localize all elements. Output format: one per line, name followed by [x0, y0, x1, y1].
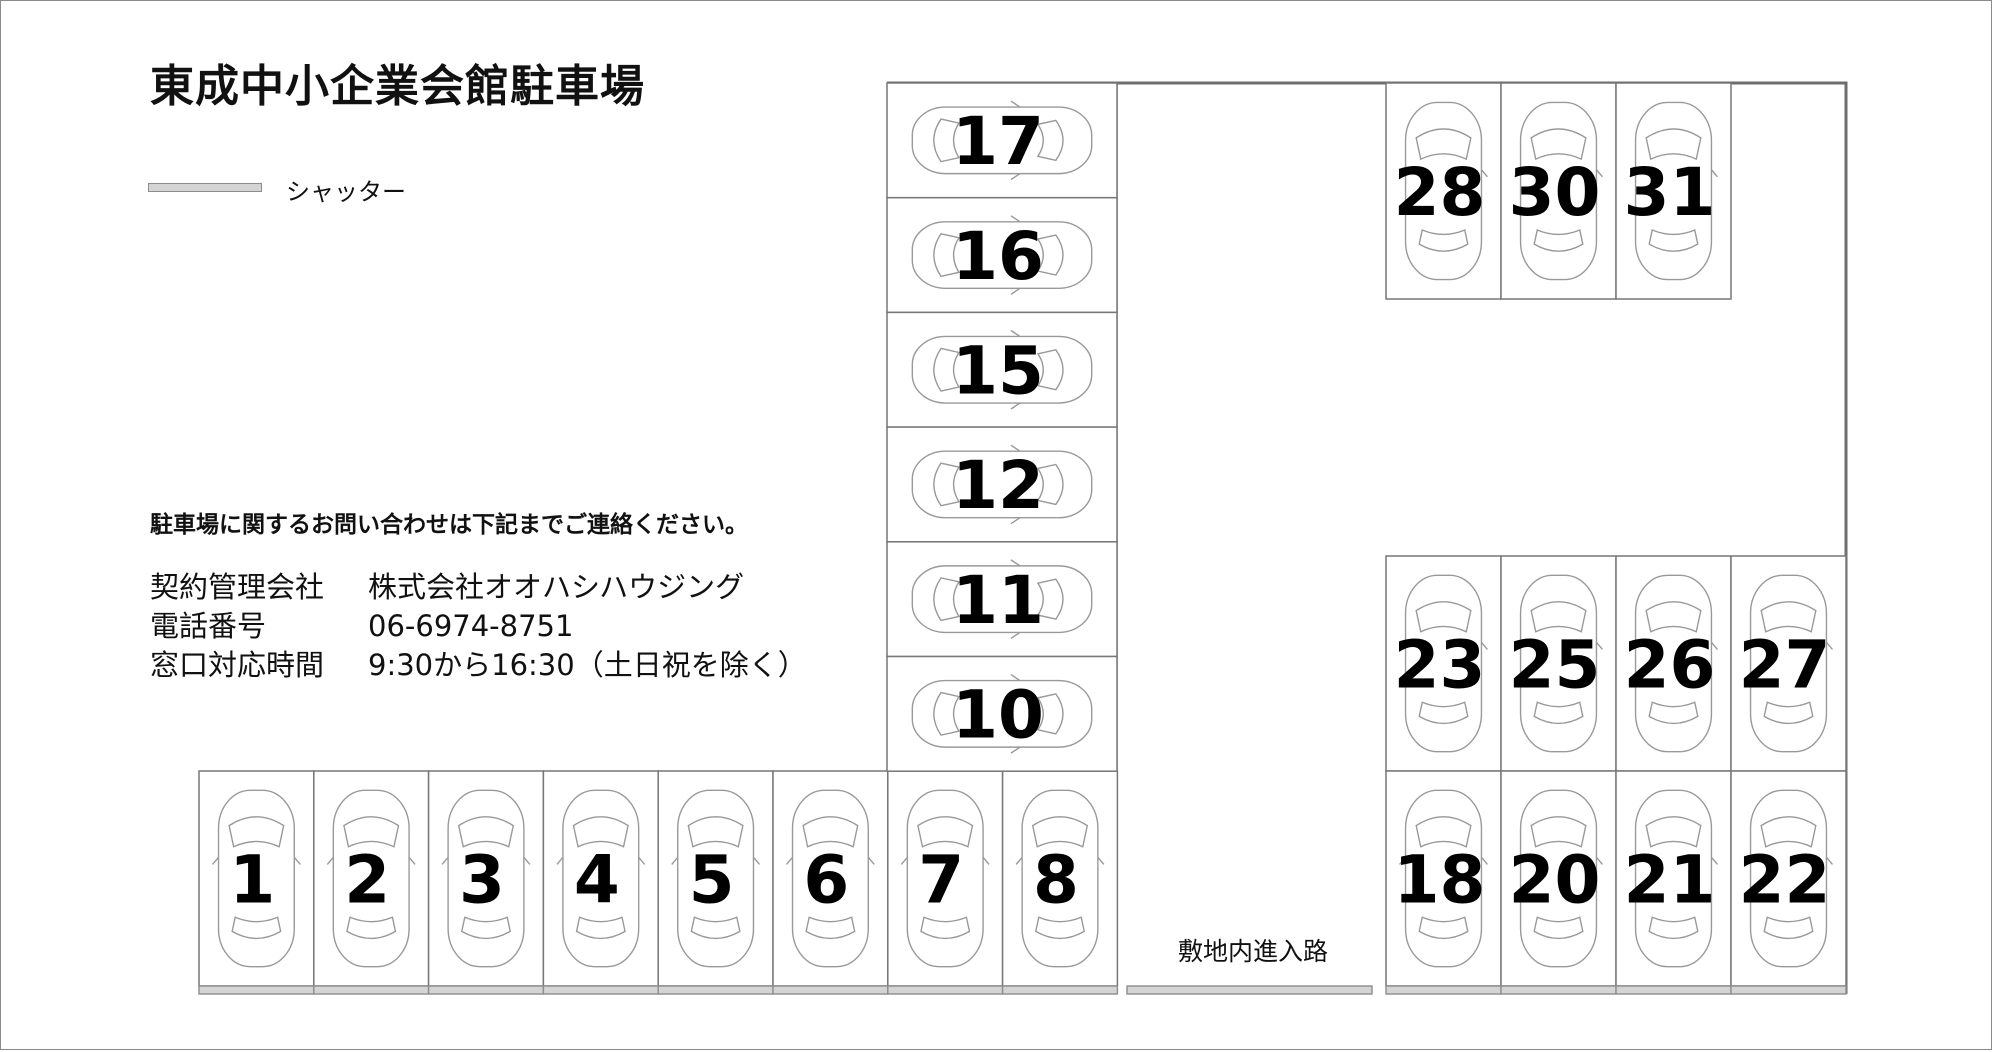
parking-space-11: 11	[886, 541, 1118, 658]
parking-space-25: 25	[1500, 555, 1617, 772]
space-number: 22	[1739, 841, 1831, 918]
parking-space-2: 2	[313, 770, 430, 987]
parking-space-18: 18	[1385, 770, 1502, 987]
shutter-8	[1001, 985, 1119, 995]
parking-space-26: 26	[1615, 555, 1732, 772]
parking-space-21: 21	[1615, 770, 1732, 987]
space-number: 3	[459, 841, 505, 918]
shutter-5	[657, 985, 774, 995]
space-number: 25	[1509, 626, 1601, 703]
shutter-3	[427, 985, 545, 995]
parking-space-10: 10	[886, 655, 1118, 772]
space-number: 20	[1509, 841, 1601, 918]
space-number: 16	[952, 218, 1044, 295]
space-number: 17	[952, 103, 1044, 180]
shutter-2	[313, 985, 430, 995]
space-number: 5	[689, 841, 735, 918]
space-number: 21	[1624, 841, 1716, 918]
driveway-label: 敷地内進入路	[1178, 937, 1328, 966]
space-number: 18	[1394, 841, 1486, 918]
shutter-18	[1385, 985, 1502, 995]
space-number: 12	[952, 447, 1044, 524]
parking-space-8: 8	[1001, 770, 1119, 987]
parking-space-3: 3	[427, 770, 545, 987]
parking-space-22: 22	[1730, 770, 1847, 987]
parking-lot-map: 1 2 3 4 5 6 7 817161512111028 30 3123 25 26 2718 20 21…	[198, 81, 1848, 995]
parking-space-16: 16	[886, 196, 1118, 314]
parking-space-17: 17	[886, 82, 1118, 199]
space-number: 26	[1624, 626, 1716, 703]
parking-space-27: 27	[1730, 555, 1847, 772]
parking-space-6: 6	[772, 770, 889, 987]
space-number: 30	[1509, 154, 1601, 231]
space-number: 28	[1394, 154, 1486, 231]
parking-spaces: 1 2 3 4 5 6 7 817161512111028 30 3123 25 26 2718 20 21…	[198, 82, 1847, 987]
space-number: 6	[803, 841, 849, 918]
shutter-driveway	[1126, 985, 1373, 995]
parking-space-7: 7	[887, 770, 1004, 987]
parking-space-30: 30	[1500, 82, 1617, 300]
shutters	[198, 985, 1847, 995]
parking-space-5: 5	[657, 770, 774, 987]
space-number: 8	[1033, 841, 1079, 918]
shutter-1	[198, 985, 315, 995]
parking-space-4: 4	[542, 770, 659, 987]
space-number: 2	[344, 841, 390, 918]
parking-space-31: 31	[1615, 82, 1732, 300]
parking-space-28: 28	[1385, 82, 1502, 300]
shutter-7	[887, 985, 1004, 995]
shutter-20	[1500, 985, 1617, 995]
shutter-4	[542, 985, 659, 995]
space-number: 11	[952, 562, 1044, 639]
space-number: 4	[574, 841, 620, 918]
parking-space-20: 20	[1500, 770, 1617, 987]
shutter-21	[1615, 985, 1732, 995]
parking-space-15: 15	[886, 311, 1118, 428]
shutter-6	[772, 985, 889, 995]
space-number: 15	[952, 333, 1044, 410]
space-number: 7	[918, 841, 964, 918]
parking-space-12: 12	[886, 426, 1118, 543]
space-number: 10	[952, 677, 1044, 754]
space-number: 31	[1624, 154, 1716, 231]
parking-space-1: 1	[198, 770, 315, 987]
space-number: 1	[229, 841, 275, 918]
shutter-22	[1730, 985, 1847, 995]
space-number: 23	[1394, 626, 1486, 703]
parking-space-23: 23	[1385, 555, 1502, 772]
space-number: 27	[1739, 626, 1831, 703]
